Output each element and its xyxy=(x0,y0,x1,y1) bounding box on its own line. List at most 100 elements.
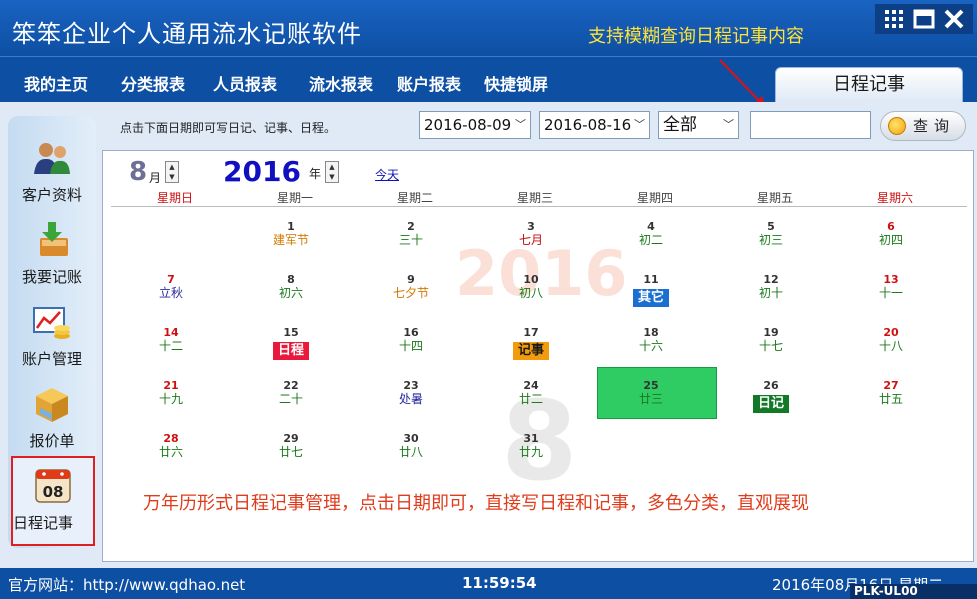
calendar-day[interactable]: 27 廿五 xyxy=(831,380,951,407)
day-number: 20 xyxy=(883,326,899,339)
sidebar-item-customers[interactable]: 客户资料 xyxy=(8,138,96,205)
calendar-day[interactable]: 1 建军节 xyxy=(231,221,351,248)
weekday-header: 星期日 星期一 星期二 星期三 星期四 星期五 星期六 xyxy=(111,189,967,207)
calendar-day[interactable]: 8 初六 xyxy=(231,273,351,301)
maximize-icon[interactable] xyxy=(911,6,937,32)
lunar-date: 廿九 xyxy=(518,445,543,459)
today-link[interactable]: 今天 xyxy=(375,166,399,183)
lunar-date: 初四 xyxy=(878,233,903,247)
sidebar-item-accounts[interactable]: 账户管理 xyxy=(8,302,96,369)
lunar-date: 廿二 xyxy=(518,392,543,406)
nav-account-report[interactable]: 账户报表 xyxy=(397,71,461,95)
nav-person-report[interactable]: 人员报表 xyxy=(213,71,277,95)
sidebar-item-schedule[interactable]: 08 日程记事 xyxy=(11,456,95,546)
sidebar-item-bookkeeping[interactable]: 我要记账 xyxy=(8,220,96,287)
end-date-picker[interactable]: 2016-08-16 ﹀ xyxy=(539,111,650,139)
sidebar-item-label: 报价单 xyxy=(29,432,75,450)
calendar-day[interactable]: 24 廿二 xyxy=(471,380,591,407)
main-nav: 我的主页 分类报表 人员报表 流水报表 账户报表 快捷锁屏 日程记事 xyxy=(0,56,977,103)
lunar-date: 初六 xyxy=(278,286,303,300)
event-tag[interactable]: 其它 xyxy=(632,289,669,307)
calendar-day[interactable]: 30 廿八 xyxy=(351,433,471,460)
grid-icon[interactable] xyxy=(881,6,907,32)
calendar-day[interactable]: 5 初三 xyxy=(711,221,831,248)
year-spinner[interactable]: ▲ ▼ xyxy=(325,161,339,183)
day-number: 6 xyxy=(887,220,895,233)
weekday-label: 星期一 xyxy=(276,191,313,205)
calendar-day[interactable]: 18 十六 xyxy=(591,327,711,354)
calendar-day[interactable]: 29 廿七 xyxy=(231,433,351,460)
calendar-day[interactable]: 17 记事 xyxy=(471,327,591,360)
calendar-day[interactable]: 10 初八 xyxy=(471,273,591,301)
calendar-day[interactable]: 31 廿九 xyxy=(471,433,591,460)
lunar-date: 十六 xyxy=(638,339,663,353)
event-tag[interactable]: 日程 xyxy=(272,342,309,360)
search-input[interactable] xyxy=(750,111,871,139)
weekday-label: 星期五 xyxy=(756,191,793,205)
calendar-day[interactable]: 26 日记 xyxy=(711,380,831,413)
calendar-day[interactable]: 23 处暑 xyxy=(351,380,471,407)
day-number: 9 xyxy=(407,273,415,286)
chevron-down-icon: ﹀ xyxy=(723,118,734,131)
end-date-value: 2016-08-16 xyxy=(544,116,632,134)
query-icon xyxy=(888,117,906,135)
calendar-day[interactable]: 7 立秋 xyxy=(111,274,231,301)
nav-home[interactable]: 我的主页 xyxy=(24,71,88,95)
event-tag[interactable]: 日记 xyxy=(752,395,789,413)
month-spinner[interactable]: ▲ ▼ xyxy=(165,161,179,183)
app-title: 笨笨企业个人通用流水记账软件 xyxy=(12,20,362,48)
calendar-day[interactable]: 25 廿三 xyxy=(591,380,711,407)
sidebar-item-quote[interactable]: 报价单 xyxy=(8,384,96,451)
title-bar: 笨笨企业个人通用流水记账软件 支持模糊查询日程记事内容 xyxy=(0,0,977,56)
day-number: 16 xyxy=(403,326,419,339)
calendar-day[interactable]: 14 十二 xyxy=(111,326,231,354)
calendar-day[interactable]: 12 初十 xyxy=(711,274,831,301)
day-number: 22 xyxy=(283,379,299,392)
calendar-hint: 点击下面日期即可写日记、记事、日程。 xyxy=(120,121,337,135)
calendar-day[interactable]: 2 三十 xyxy=(351,221,471,248)
lunar-date: 廿三 xyxy=(638,392,663,406)
query-button[interactable]: 查询 xyxy=(880,111,966,141)
lunar-date: 廿七 xyxy=(278,445,303,459)
calendar-day[interactable]: 20 十八 xyxy=(831,326,951,354)
calendar-day[interactable]: 11 其它 xyxy=(591,274,711,307)
calendar-day[interactable]: 6 初四 xyxy=(831,220,951,248)
calendar-day[interactable]: 22 二十 xyxy=(231,379,351,407)
start-date-picker[interactable]: 2016-08-09 ﹀ xyxy=(419,111,531,139)
calendar-day[interactable]: 4 初二 xyxy=(591,221,711,248)
day-number: 13 xyxy=(883,273,899,286)
chevron-down-icon: ﹀ xyxy=(515,118,526,131)
calendar-day[interactable]: 9 七夕节 xyxy=(351,273,471,301)
day-number: 15 xyxy=(283,326,299,339)
day-number: 10 xyxy=(523,273,539,286)
calendar-day[interactable]: 3 七月 xyxy=(471,221,591,248)
nav-quick-lock[interactable]: 快捷锁屏 xyxy=(484,71,548,95)
lunar-date: 二十 xyxy=(278,392,303,406)
weekday-label: 星期四 xyxy=(636,191,673,205)
lunar-date: 七夕节 xyxy=(392,286,429,300)
calendar-day[interactable]: 28 廿六 xyxy=(111,433,231,460)
version-code: PLK-UL00 xyxy=(850,584,977,599)
nav-category-report[interactable]: 分类报表 xyxy=(121,71,185,95)
nav-flow-report[interactable]: 流水报表 xyxy=(309,71,373,95)
tab-schedule-notes[interactable]: 日程记事 xyxy=(775,67,963,103)
clock-time: 11:59:54 xyxy=(462,574,537,592)
calendar-day[interactable]: 13 十一 xyxy=(831,273,951,301)
customers-icon xyxy=(34,143,70,174)
close-icon[interactable] xyxy=(941,6,967,32)
calendar-day[interactable]: 16 十四 xyxy=(351,326,471,354)
category-select[interactable]: 全部 ﹀ xyxy=(658,111,739,139)
event-tag[interactable]: 记事 xyxy=(512,342,549,360)
calendar-day[interactable]: 15 日程 xyxy=(231,327,351,360)
start-date-value: 2016-08-09 xyxy=(424,116,512,134)
lunar-date: 建军节 xyxy=(272,233,309,247)
year-unit: 年 xyxy=(309,167,322,181)
website-text[interactable]: 官方网站：http://www.qdhao.net xyxy=(8,574,245,595)
calendar-day[interactable]: 21 十九 xyxy=(111,380,231,407)
day-number: 14 xyxy=(163,326,179,339)
lunar-date: 处暑 xyxy=(398,392,423,406)
calendar-day[interactable]: 19 十七 xyxy=(711,327,831,354)
day-number: 8 xyxy=(287,273,295,286)
lunar-date: 初三 xyxy=(758,233,783,247)
lunar-date: 十八 xyxy=(878,339,903,353)
